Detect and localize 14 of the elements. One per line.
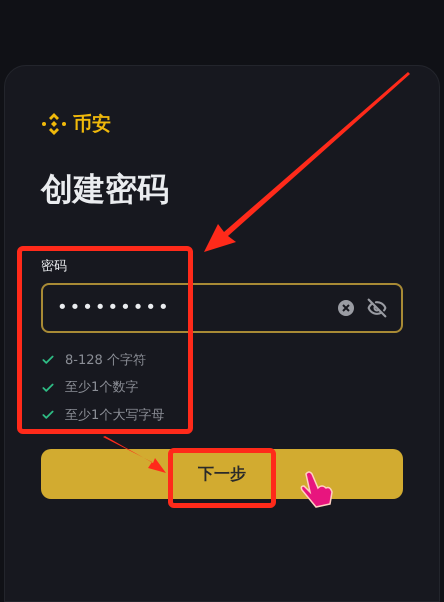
hand-cursor-icon: [300, 471, 333, 508]
requirement-text: 至少1个数字: [65, 379, 138, 397]
field-label: 密码: [41, 258, 67, 276]
requirement-text: 至少1个大写字母: [65, 406, 164, 424]
password-field[interactable]: •••••••••: [41, 282, 403, 332]
next-button[interactable]: 下一步: [41, 449, 403, 499]
requirement-text: 8-128 个字符: [65, 352, 146, 370]
logo-icon: [41, 111, 67, 138]
brand-name: 币安: [73, 112, 111, 137]
clear-icon[interactable]: [337, 298, 355, 316]
hide-password-icon[interactable]: [367, 298, 387, 318]
password-input[interactable]: •••••••••: [57, 294, 337, 321]
annotation-arrow: [103, 436, 166, 473]
page-title: 创建密码: [41, 168, 170, 208]
